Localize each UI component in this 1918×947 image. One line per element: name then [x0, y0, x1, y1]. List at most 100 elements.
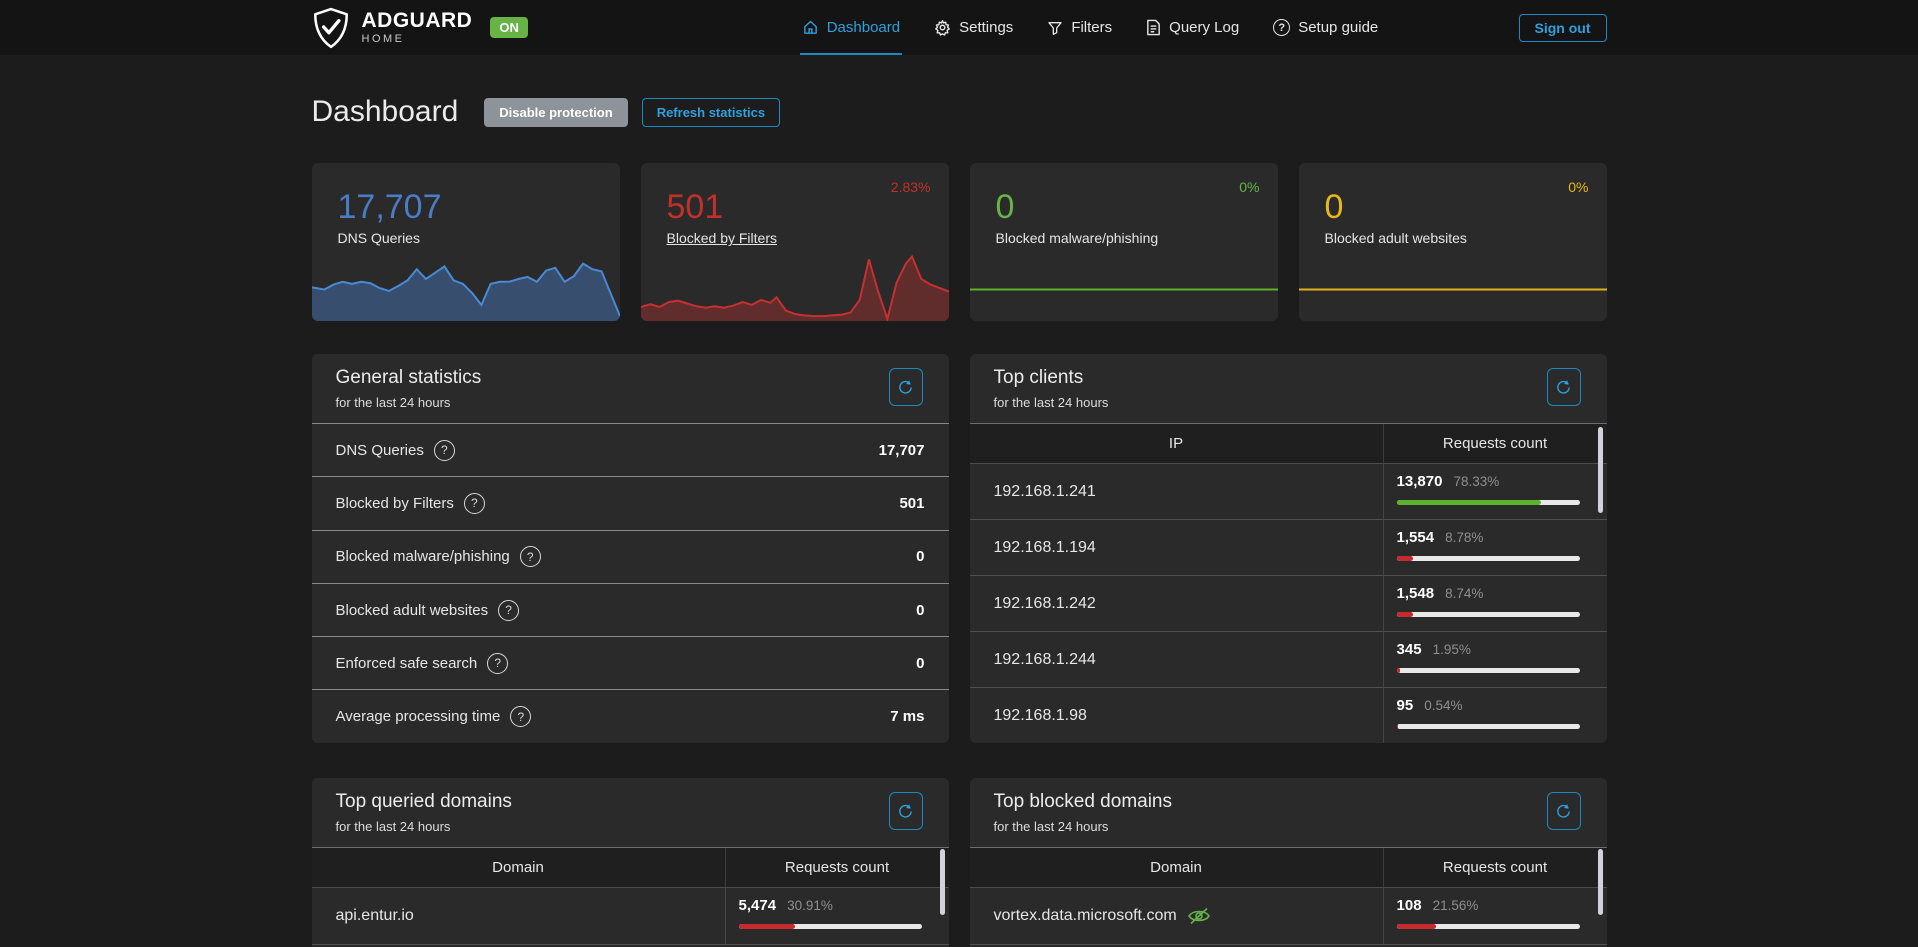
dns-queries-sparkline [312, 251, 620, 321]
requests-bar-track [739, 924, 923, 929]
requests-bar-fill [1397, 612, 1413, 617]
requests-count-value: 13,870 [1397, 473, 1443, 490]
top-clients-subtitle: for the last 24 hours [994, 395, 1583, 410]
nav-item-query-log[interactable]: Query Log [1146, 19, 1239, 36]
top-clients-row: 192.168.1.98 95 0.54% [970, 688, 1607, 743]
requests-percent: 0.54% [1424, 698, 1462, 713]
brand-name: ADGUARD [362, 10, 473, 31]
top-navbar: ADGUARD HOME ON Dashboard Settings [0, 0, 1918, 55]
refresh-statistics-button[interactable]: Refresh statistics [642, 98, 780, 127]
nav-item-filters[interactable]: Filters [1047, 19, 1112, 36]
client-ip[interactable]: 192.168.1.242 [994, 595, 1096, 613]
requests-count-value: 95 [1397, 697, 1414, 714]
blocked-adult-value: 0 [1299, 163, 1607, 226]
requests-bar-track [1397, 556, 1581, 561]
requests-bar-fill [1397, 724, 1398, 729]
top-queried-scrollbar[interactable] [940, 849, 945, 915]
help-question-icon[interactable]: ? [510, 706, 531, 727]
requests-percent: 78.33% [1453, 474, 1499, 489]
top-blocked-scrollbar[interactable] [1598, 849, 1603, 915]
requests-percent: 30.91% [787, 898, 833, 913]
nav-item-settings[interactable]: Settings [934, 19, 1013, 36]
top-clients-scrollbar[interactable] [1598, 427, 1603, 513]
top-queried-refresh-button[interactable] [889, 792, 923, 830]
top-queried-rows: api.entur.io 5,474 30.91% [312, 888, 949, 945]
requests-percent: 8.78% [1445, 530, 1483, 545]
requests-bar-track [1397, 924, 1581, 929]
top-queried-domains-panel: Top queried domains for the last 24 hour… [312, 778, 949, 947]
dns-queries-label: DNS Queries [312, 226, 620, 246]
refresh-icon [897, 379, 914, 396]
adguard-brand: ADGUARD HOME ON [312, 7, 612, 49]
general-statistics-row: DNS Queries ? 17,707 [312, 424, 949, 477]
top-queried-table-header: Domain Requests count [312, 847, 949, 888]
requests-count-value: 5,474 [739, 897, 777, 914]
requests-count-value: 1,548 [1397, 585, 1435, 602]
nav-item-dashboard[interactable]: Dashboard [802, 19, 900, 36]
stat-cards-row: 17,707 DNS Queries 2.83% 501 Blocked by … [312, 163, 1607, 321]
requests-bar-fill [1397, 500, 1541, 505]
nav-item-setup-guide[interactable]: ? Setup guide [1273, 19, 1378, 36]
requests-bar-track [1397, 500, 1581, 505]
client-ip[interactable]: 192.168.1.194 [994, 539, 1096, 557]
refresh-icon [1555, 803, 1572, 820]
requests-bar-fill [1397, 556, 1413, 561]
column-header-domain: Domain [970, 848, 1384, 887]
blocked-malware-label: Blocked malware/phishing [970, 226, 1278, 246]
help-question-icon[interactable]: ? [487, 653, 508, 674]
general-statistics-row: Blocked malware/phishing ? 0 [312, 531, 949, 584]
general-statistics-refresh-button[interactable] [889, 368, 923, 406]
top-blocked-refresh-button[interactable] [1547, 792, 1581, 830]
client-ip[interactable]: 192.168.1.244 [994, 651, 1096, 669]
blocked-malware-value: 0 [970, 163, 1278, 226]
client-ip[interactable]: 192.168.1.98 [994, 707, 1087, 725]
top-blocked-row: vortex.data.microsoft.com 108 21.56% [970, 888, 1607, 945]
blocked-domain[interactable]: vortex.data.microsoft.com [994, 907, 1177, 925]
dns-queries-value: 17,707 [312, 163, 620, 226]
requests-bar-track [1397, 668, 1581, 673]
general-statistics-subtitle: for the last 24 hours [336, 395, 925, 410]
disable-protection-button[interactable]: Disable protection [484, 98, 627, 127]
requests-bar-track [1397, 724, 1581, 729]
shield-check-icon [312, 7, 350, 49]
general-statistics-panel: General statistics for the last 24 hours… [312, 354, 949, 743]
refresh-icon [897, 803, 914, 820]
top-blocked-table-header: Domain Requests count [970, 847, 1607, 888]
stat-card-dns-queries: 17,707 DNS Queries [312, 163, 620, 321]
top-clients-row: 192.168.1.244 345 1.95% [970, 632, 1607, 688]
top-blocked-domains-title: Top blocked domains [994, 791, 1583, 813]
brand-subtitle: HOME [362, 34, 473, 45]
general-statistics-rows: DNS Queries ? 17,707 Blocked by Filters … [312, 423, 949, 743]
blocked-by-filters-link[interactable]: Blocked by Filters [667, 230, 777, 246]
help-question-icon[interactable]: ? [520, 546, 541, 567]
top-queried-domains-subtitle: for the last 24 hours [336, 819, 925, 834]
requests-percent: 21.56% [1433, 898, 1479, 913]
general-statistics-row: Average processing time ? 7 ms [312, 690, 949, 743]
top-clients-panel: Top clients for the last 24 hours IP Req… [970, 354, 1607, 743]
column-header-ip: IP [970, 424, 1384, 463]
help-question-icon[interactable]: ? [498, 600, 519, 621]
column-header-requests-count: Requests count [726, 848, 949, 887]
top-clients-row: 192.168.1.194 1,554 8.78% [970, 520, 1607, 576]
column-header-requests-count: Requests count [1384, 424, 1607, 463]
top-clients-row: 192.168.1.242 1,548 8.74% [970, 576, 1607, 632]
stat-card-blocked-adult: 0% 0 Blocked adult websites [1299, 163, 1607, 321]
queried-domain[interactable]: api.entur.io [336, 907, 414, 925]
unblock-eye-off-icon[interactable] [1187, 907, 1211, 925]
requests-bar-fill [1397, 924, 1437, 929]
top-queried-domains-title: Top queried domains [336, 791, 925, 813]
help-question-icon[interactable]: ? [434, 440, 455, 461]
general-statistics-row: Blocked by Filters ? 501 [312, 477, 949, 530]
column-header-domain: Domain [312, 848, 726, 887]
general-statistics-title: General statistics [336, 367, 925, 389]
nav-menu: Dashboard Settings Filters [612, 19, 1519, 36]
blocked-adult-label: Blocked adult websites [1299, 226, 1607, 246]
sign-out-button[interactable]: Sign out [1519, 14, 1607, 42]
general-statistics-row: Blocked adult websites ? 0 [312, 584, 949, 637]
general-statistics-row: Enforced safe search ? 0 [312, 637, 949, 690]
requests-bar-fill [739, 924, 796, 929]
client-ip[interactable]: 192.168.1.241 [994, 483, 1096, 501]
help-question-icon[interactable]: ? [464, 493, 485, 514]
top-clients-refresh-button[interactable] [1547, 368, 1581, 406]
stat-card-blocked-malware: 0% 0 Blocked malware/phishing [970, 163, 1278, 321]
